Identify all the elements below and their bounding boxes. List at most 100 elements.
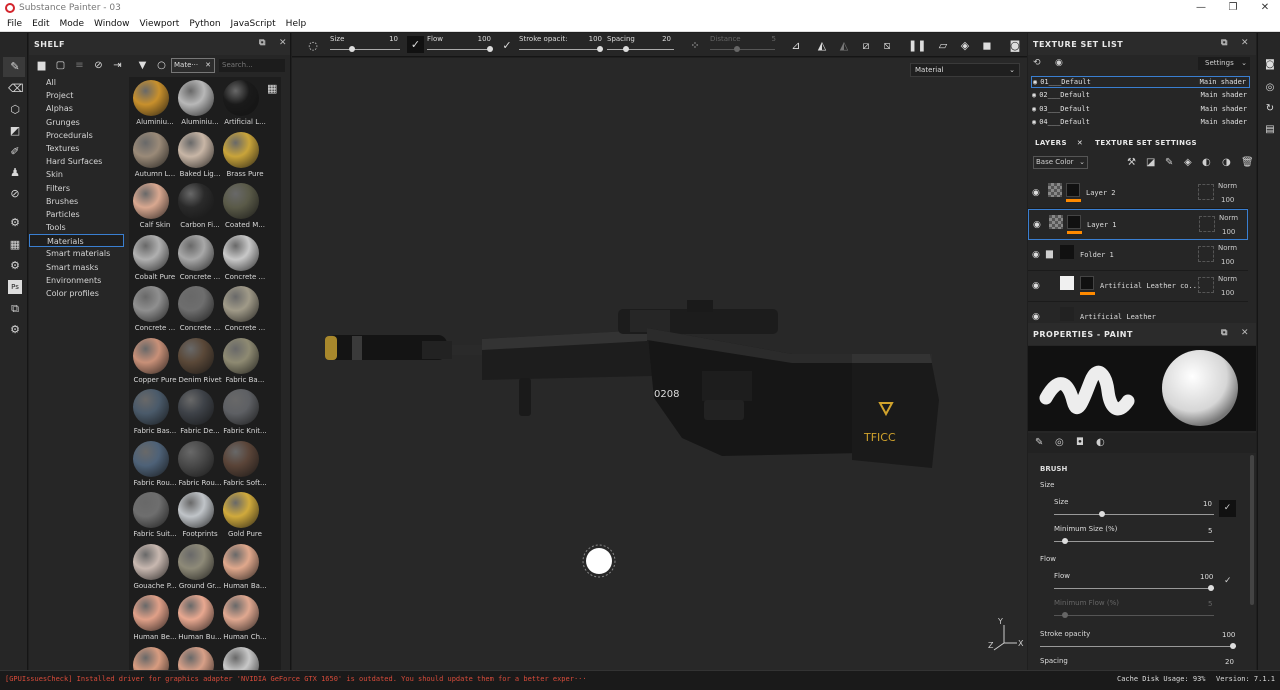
material-thumbnail[interactable]: Concrete ... — [219, 232, 269, 284]
size-slider-knob[interactable] — [349, 46, 355, 52]
material-thumbnail[interactable]: Aluminiu... — [174, 77, 224, 129]
mirror-icon[interactable]: ⧄ — [859, 39, 873, 53]
material-thumbnail[interactable]: Aluminiu... — [129, 77, 179, 129]
shader-settings-icon[interactable]: ◎ — [1264, 82, 1276, 94]
tab-layers-close-icon[interactable]: ✕ — [1077, 139, 1083, 147]
wrap-icon[interactable]: ⧅ — [880, 39, 894, 53]
cube-icon[interactable]: ◈ — [958, 39, 972, 52]
stroke-opacity-knob[interactable] — [597, 46, 603, 52]
layer-blend-mode[interactable]: Norm — [1219, 214, 1238, 222]
history-icon[interactable]: ↻ — [1264, 103, 1276, 115]
add-effect-icon[interactable]: ⚒ — [1127, 157, 1136, 168]
size-pressure-icon[interactable]: ✓ — [1219, 500, 1236, 517]
layer-mask-slot[interactable] — [1199, 216, 1215, 232]
material-thumbnail[interactable]: Fabric Bas... — [129, 386, 179, 438]
add-mask-icon[interactable]: ◪ — [1146, 157, 1155, 168]
material-thumbnail[interactable]: Coated M... — [219, 180, 269, 232]
material-thumbnail[interactable]: Human Ch... — [219, 592, 269, 644]
shelf-category-item[interactable]: Brushes — [29, 195, 124, 208]
material-thumbnail[interactable]: Carbon Fi... — [174, 180, 224, 232]
menu-viewport[interactable]: Viewport — [135, 19, 185, 29]
visibility-icon[interactable]: ◉ — [1033, 220, 1041, 230]
visibility-icon[interactable]: ◉ — [1055, 58, 1063, 68]
layer-opacity[interactable]: 100 — [1221, 196, 1234, 204]
min-size-slider[interactable] — [1054, 541, 1214, 542]
layer-name[interactable]: Folder 1 — [1080, 251, 1114, 259]
material-thumbnail[interactable]: Gouache P... — [129, 541, 179, 593]
polygon-fill-icon[interactable]: ◩ — [8, 124, 22, 138]
material-thumbnail[interactable]: Copper Pure — [129, 335, 179, 387]
shelf-search-input[interactable]: Search... — [219, 59, 285, 72]
pen-pressure-icon[interactable]: ✓ — [407, 36, 424, 53]
stencil-tab-icon[interactable]: ◘ — [1076, 437, 1084, 448]
material-thumbnail[interactable]: Fabric Rou... — [174, 438, 224, 490]
close-window-icon[interactable]: ✕ — [1250, 0, 1280, 16]
plugin-icon[interactable]: ⚙ — [8, 259, 22, 273]
tangent-icon[interactable]: ◭ — [837, 39, 851, 52]
flow-pressure-icon[interactable]: ✓ — [500, 39, 514, 52]
layer-name[interactable]: Layer 1 — [1087, 221, 1117, 229]
export-icon[interactable]: ⧉ — [8, 302, 22, 316]
menu-window[interactable]: Window — [89, 19, 135, 29]
smudge-icon[interactable]: ✐ — [8, 145, 22, 159]
texture-set-shader[interactable]: Main shader — [1200, 78, 1246, 86]
add-layer-icon[interactable]: ◑ — [1222, 157, 1231, 168]
layer-opacity[interactable]: 100 — [1221, 258, 1234, 266]
prop-size-slider[interactable] — [1054, 514, 1214, 515]
material-thumbnail[interactable]: Calf Skin — [129, 180, 179, 232]
properties-close-icon[interactable]: ✕ — [1241, 328, 1249, 338]
texture-set-row[interactable]: ◉ 04___Default Main shader — [1031, 116, 1250, 128]
symmetry-icon[interactable]: ◭ — [815, 39, 829, 52]
layer-row[interactable]: ◉ Layer 1 Norm 100 — [1028, 209, 1248, 240]
shelf-category-item[interactable]: Project — [29, 89, 124, 102]
log-icon[interactable]: ▤ — [1264, 124, 1276, 136]
shelf-category-item[interactable]: Filters — [29, 182, 124, 195]
material-thumbnail[interactable]: Concrete ... — [129, 283, 179, 335]
visibility-icon[interactable]: ◉ — [1032, 91, 1036, 99]
material-thumbnail[interactable] — [219, 644, 269, 670]
visibility-icon[interactable]: ◉ — [1032, 105, 1036, 113]
material-tab-icon[interactable]: ◐ — [1096, 437, 1105, 448]
material-thumbnail[interactable]: Concrete ... — [219, 283, 269, 335]
material-thumbnail[interactable]: Baked Lig... — [174, 129, 224, 181]
spacing-slider-knob[interactable] — [623, 46, 629, 52]
shelf-category-item[interactable]: Particles — [29, 208, 124, 221]
add-paint-layer-icon[interactable]: ✎ — [1165, 157, 1173, 168]
prop-size-knob[interactable] — [1099, 511, 1105, 517]
material-thumbnail[interactable]: Ground Gr... — [174, 541, 224, 593]
menu-file[interactable]: File — [0, 19, 27, 29]
shelf-filter-chip[interactable]: Mate··· ✕ — [171, 58, 215, 73]
stroke-opacity-slider[interactable] — [519, 49, 602, 50]
filter-icon[interactable]: ▼ — [136, 59, 149, 72]
properties-scrollbar[interactable] — [1250, 455, 1254, 605]
material-thumbnail[interactable]: Human Ba... — [219, 541, 269, 593]
menu-edit[interactable]: Edit — [27, 19, 54, 29]
shelf-close-icon[interactable]: ✕ — [279, 38, 287, 48]
photoshop-export-icon[interactable]: Ps — [8, 280, 22, 294]
min-size-knob[interactable] — [1062, 538, 1068, 544]
properties-float-icon[interactable]: ⧉ — [1221, 328, 1228, 338]
spacing-slider[interactable] — [607, 49, 674, 50]
material-thumbnail[interactable]: Fabric Suit... — [129, 489, 179, 541]
chip-close-icon[interactable]: ✕ — [205, 59, 211, 72]
channel-select[interactable]: Base Color ⌄ — [1033, 156, 1088, 169]
menu-help[interactable]: Help — [281, 19, 312, 29]
layer-blend-mode[interactable]: Norm — [1218, 182, 1237, 190]
clone-icon[interactable]: ♟ — [8, 166, 22, 180]
layer-blend-mode[interactable]: Norm — [1218, 275, 1237, 283]
shelf-category-item[interactable]: Hard Surfaces — [29, 155, 124, 168]
camera-mode-icon[interactable]: ◼ — [980, 39, 994, 52]
delete-layer-icon[interactable]: 🗑 — [1241, 157, 1254, 168]
prop-flow-knob[interactable] — [1208, 585, 1214, 591]
texture-set-shader[interactable]: Main shader — [1201, 118, 1247, 126]
layer-row[interactable]: ◉ Layer 2 Norm 100 — [1028, 178, 1248, 209]
layer-mask-slot[interactable] — [1198, 184, 1214, 200]
texture-set-row[interactable]: ◉ 01___Default Main shader — [1031, 76, 1250, 88]
material-thumbnail[interactable]: Fabric De... — [174, 386, 224, 438]
bake-icon[interactable]: ▦ — [8, 238, 22, 252]
layer-opacity[interactable]: 100 — [1221, 289, 1234, 297]
layer-name[interactable]: Artificial Leather — [1080, 313, 1156, 321]
material-thumbnail[interactable]: Footprints — [174, 489, 224, 541]
material-thumbnail[interactable]: Fabric Rou... — [129, 438, 179, 490]
shelf-float-icon[interactable]: ⧉ — [259, 38, 266, 48]
